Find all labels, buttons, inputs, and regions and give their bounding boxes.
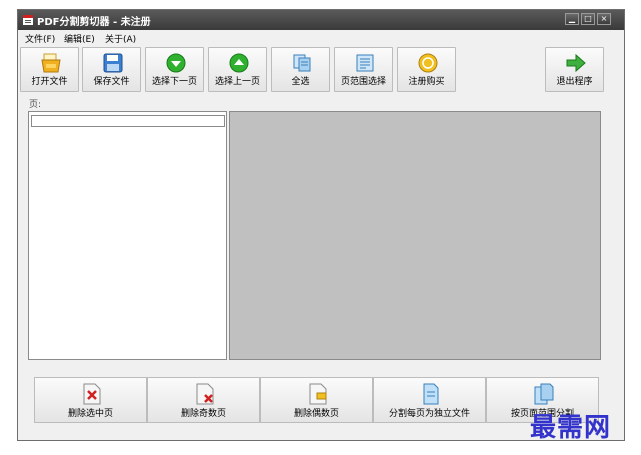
delete-selected-button[interactable]: 删除选中页 (34, 377, 147, 423)
minimize-button[interactable]: ▁ (565, 13, 579, 25)
delete-selected-label: 删除选中页 (67, 409, 113, 419)
open-file-button[interactable]: 打开文件 (20, 47, 79, 92)
menu-bar: 文件(F) 编辑(E) 关于(A) (18, 30, 624, 46)
page-list[interactable] (28, 111, 227, 360)
floppy-disk-icon (103, 53, 123, 73)
watermark-text: 最需网 (530, 413, 612, 443)
next-page-label: 选择下一页 (151, 77, 197, 87)
title-bar[interactable]: PDF分割剪切器 - 未注册 ▁ □ × (18, 10, 624, 30)
arrow-up-circle-icon (229, 53, 249, 73)
select-all-label: 全选 (291, 77, 310, 87)
register-button[interactable]: 注册购买 (397, 47, 456, 92)
open-folder-icon (41, 53, 61, 73)
exit-label: 退出程序 (556, 77, 593, 87)
maximize-button[interactable]: □ (581, 13, 595, 25)
select-all-button[interactable]: 全选 (271, 47, 330, 92)
page-preview (229, 111, 601, 360)
coin-icon (418, 53, 438, 73)
save-file-button[interactable]: 保存文件 (82, 47, 141, 92)
page-range-label: 页范围选择 (340, 77, 386, 87)
delete-odd-button[interactable]: 删除奇数页 (147, 377, 260, 423)
close-button[interactable]: × (597, 13, 611, 25)
save-file-label: 保存文件 (93, 77, 130, 87)
menu-file[interactable]: 文件(F) (25, 32, 55, 45)
page-label: 页: (29, 100, 42, 110)
open-file-label: 打开文件 (31, 77, 68, 87)
delete-odd-icon (196, 383, 214, 405)
page-range-icon (356, 54, 374, 72)
page-range-button[interactable]: 页范围选择 (334, 47, 393, 92)
exit-arrow-icon (566, 53, 586, 73)
split-each-page-button[interactable]: 分割每页为独立文件 (373, 377, 486, 423)
delete-even-icon (309, 383, 327, 405)
split-range-icon (534, 383, 554, 405)
register-label: 注册购买 (408, 77, 445, 87)
exit-button[interactable]: 退出程序 (545, 47, 604, 92)
delete-even-button[interactable]: 删除偶数页 (260, 377, 373, 423)
delete-odd-label: 删除奇数页 (180, 409, 226, 419)
next-page-button[interactable]: 选择下一页 (145, 47, 204, 92)
menu-edit[interactable]: 编辑(E) (64, 32, 95, 45)
select-all-icon (293, 54, 311, 72)
menu-about[interactable]: 关于(A) (105, 32, 136, 45)
split-page-icon (423, 383, 439, 405)
delete-even-label: 删除偶数页 (293, 409, 339, 419)
delete-page-icon (83, 383, 101, 405)
page-number-field[interactable] (31, 115, 225, 127)
prev-page-label: 选择上一页 (214, 77, 260, 87)
window-title: PDF分割剪切器 - 未注册 (37, 17, 151, 28)
arrow-down-circle-icon (166, 53, 186, 73)
app-window: PDF分割剪切器 - 未注册 ▁ □ × 文件(F) 编辑(E) 关于(A) 打… (17, 9, 625, 441)
split-each-page-label: 分割每页为独立文件 (388, 409, 470, 419)
prev-page-button[interactable]: 选择上一页 (208, 47, 267, 92)
app-icon (23, 15, 33, 25)
